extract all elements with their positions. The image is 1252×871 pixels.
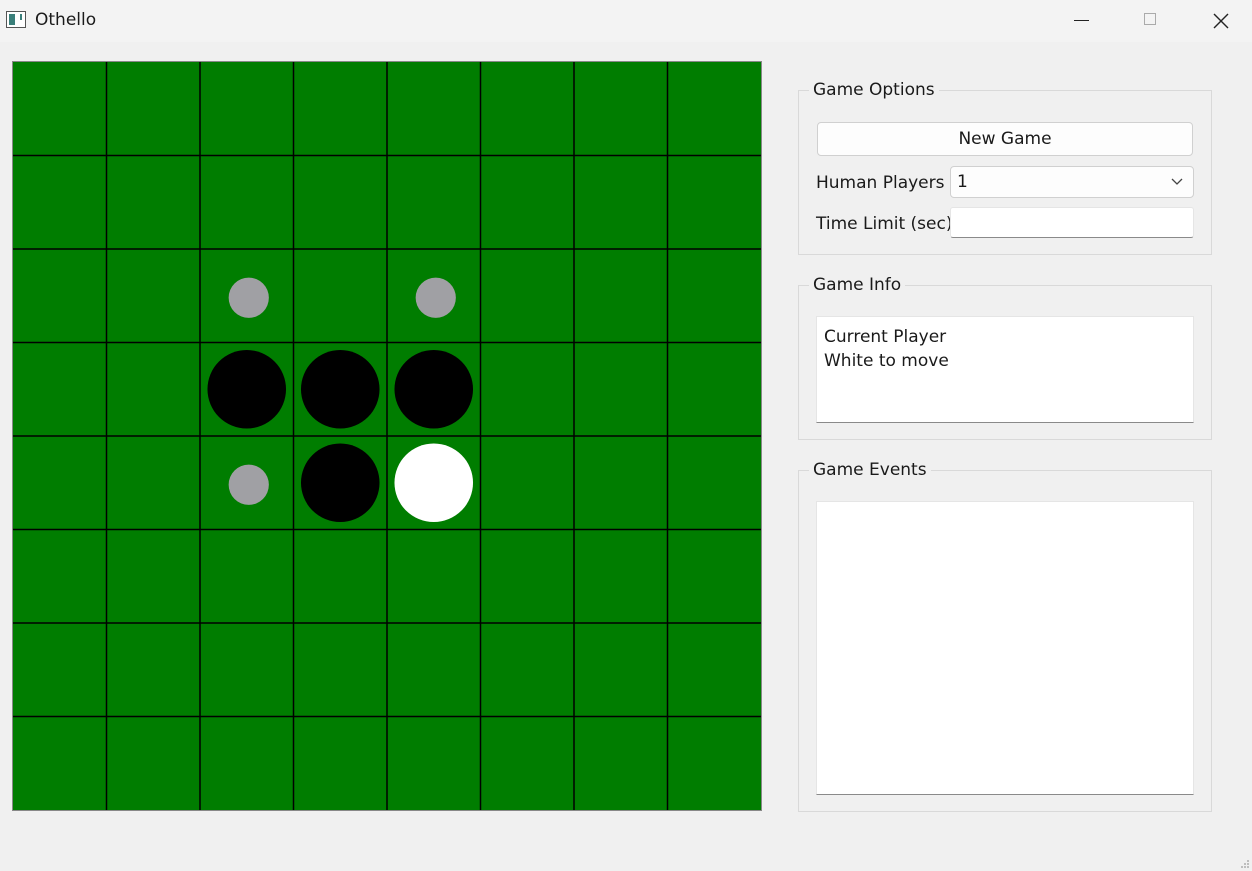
board-cell[interactable] xyxy=(668,62,762,156)
board-cell[interactable] xyxy=(200,62,294,156)
maximize-button[interactable] xyxy=(1116,0,1186,42)
board-cell[interactable] xyxy=(294,717,388,811)
window-title: Othello xyxy=(35,10,97,30)
game-info-legend: Game Info xyxy=(813,275,902,295)
board-cell[interactable] xyxy=(481,623,575,717)
board-cell[interactable] xyxy=(668,156,762,250)
board-cell[interactable] xyxy=(200,530,294,624)
board-cell[interactable] xyxy=(294,62,388,156)
legal-move-hint[interactable] xyxy=(415,277,456,318)
board-cell[interactable] xyxy=(107,717,201,811)
current-player-label: Current Player xyxy=(824,327,947,347)
human-players-label: Human Players xyxy=(816,173,945,193)
board-cell[interactable] xyxy=(668,530,762,624)
new-game-button[interactable]: New Game xyxy=(817,122,1193,156)
board-cell[interactable] xyxy=(294,156,388,250)
board-cell[interactable] xyxy=(481,156,575,250)
board-cell[interactable] xyxy=(107,623,201,717)
close-button[interactable] xyxy=(1186,0,1252,42)
board-cell[interactable] xyxy=(481,717,575,811)
board-cell[interactable] xyxy=(387,717,481,811)
board-cell[interactable] xyxy=(13,343,107,437)
board-cell[interactable] xyxy=(668,343,762,437)
board-cell[interactable] xyxy=(13,530,107,624)
board-cell[interactable] xyxy=(574,530,668,624)
board-cell[interactable] xyxy=(200,717,294,811)
board-cell[interactable] xyxy=(13,717,107,811)
board-cell[interactable] xyxy=(387,530,481,624)
human-players-value: 1 xyxy=(957,172,968,192)
board-cell[interactable] xyxy=(481,249,575,343)
board-cell[interactable] xyxy=(387,62,481,156)
board-cell[interactable] xyxy=(574,249,668,343)
white-piece xyxy=(394,443,474,523)
black-piece xyxy=(300,443,380,523)
board-cell[interactable] xyxy=(107,530,201,624)
board-cell[interactable] xyxy=(107,343,201,437)
title-bar: Othello xyxy=(0,0,1252,42)
legal-move-hint[interactable] xyxy=(228,277,269,318)
board-cell[interactable] xyxy=(200,156,294,250)
board-cell[interactable] xyxy=(481,343,575,437)
game-options-legend: Game Options xyxy=(813,80,935,100)
board-cell[interactable] xyxy=(574,62,668,156)
board-cell[interactable] xyxy=(13,156,107,250)
board-cell[interactable] xyxy=(574,436,668,530)
game-info-text: Current Player White to move xyxy=(816,316,1194,423)
board-cell[interactable] xyxy=(294,623,388,717)
board-cell[interactable] xyxy=(13,623,107,717)
board-cell[interactable] xyxy=(13,249,107,343)
close-icon xyxy=(1213,13,1229,29)
board-cell[interactable] xyxy=(107,156,201,250)
board-canvas[interactable] xyxy=(13,62,761,810)
board-cell[interactable] xyxy=(107,436,201,530)
board-cell[interactable] xyxy=(294,249,388,343)
app-icon xyxy=(6,11,26,28)
human-players-select[interactable]: 1 xyxy=(950,166,1194,198)
board-cell[interactable] xyxy=(668,623,762,717)
time-limit-label: Time Limit (sec) xyxy=(816,214,953,234)
board-cell[interactable] xyxy=(668,249,762,343)
board-cell[interactable] xyxy=(574,717,668,811)
board-cell[interactable] xyxy=(294,530,388,624)
board-cell[interactable] xyxy=(13,436,107,530)
board-cell[interactable] xyxy=(481,530,575,624)
black-piece xyxy=(207,349,287,429)
game-events-legend: Game Events xyxy=(813,460,927,480)
board-cell[interactable] xyxy=(481,436,575,530)
board-cell[interactable] xyxy=(481,62,575,156)
board-cell[interactable] xyxy=(668,717,762,811)
board-cell[interactable] xyxy=(574,343,668,437)
time-limit-input[interactable] xyxy=(950,207,1194,238)
game-board[interactable] xyxy=(12,61,762,811)
board-cell[interactable] xyxy=(574,156,668,250)
board-cell[interactable] xyxy=(107,249,201,343)
resize-grip-icon[interactable] xyxy=(1240,859,1250,869)
legal-move-hint[interactable] xyxy=(228,464,269,505)
board-cell[interactable] xyxy=(574,623,668,717)
board-cell[interactable] xyxy=(107,62,201,156)
black-piece xyxy=(394,349,474,429)
board-cell[interactable] xyxy=(387,156,481,250)
turn-status: White to move xyxy=(824,351,949,371)
board-cell[interactable] xyxy=(668,436,762,530)
board-cell[interactable] xyxy=(387,623,481,717)
chevron-down-icon xyxy=(1171,178,1183,185)
minimize-button[interactable] xyxy=(1046,0,1116,42)
board-cell[interactable] xyxy=(200,623,294,717)
board-cell[interactable] xyxy=(13,62,107,156)
black-piece xyxy=(300,349,380,429)
game-events-log[interactable] xyxy=(816,501,1194,795)
